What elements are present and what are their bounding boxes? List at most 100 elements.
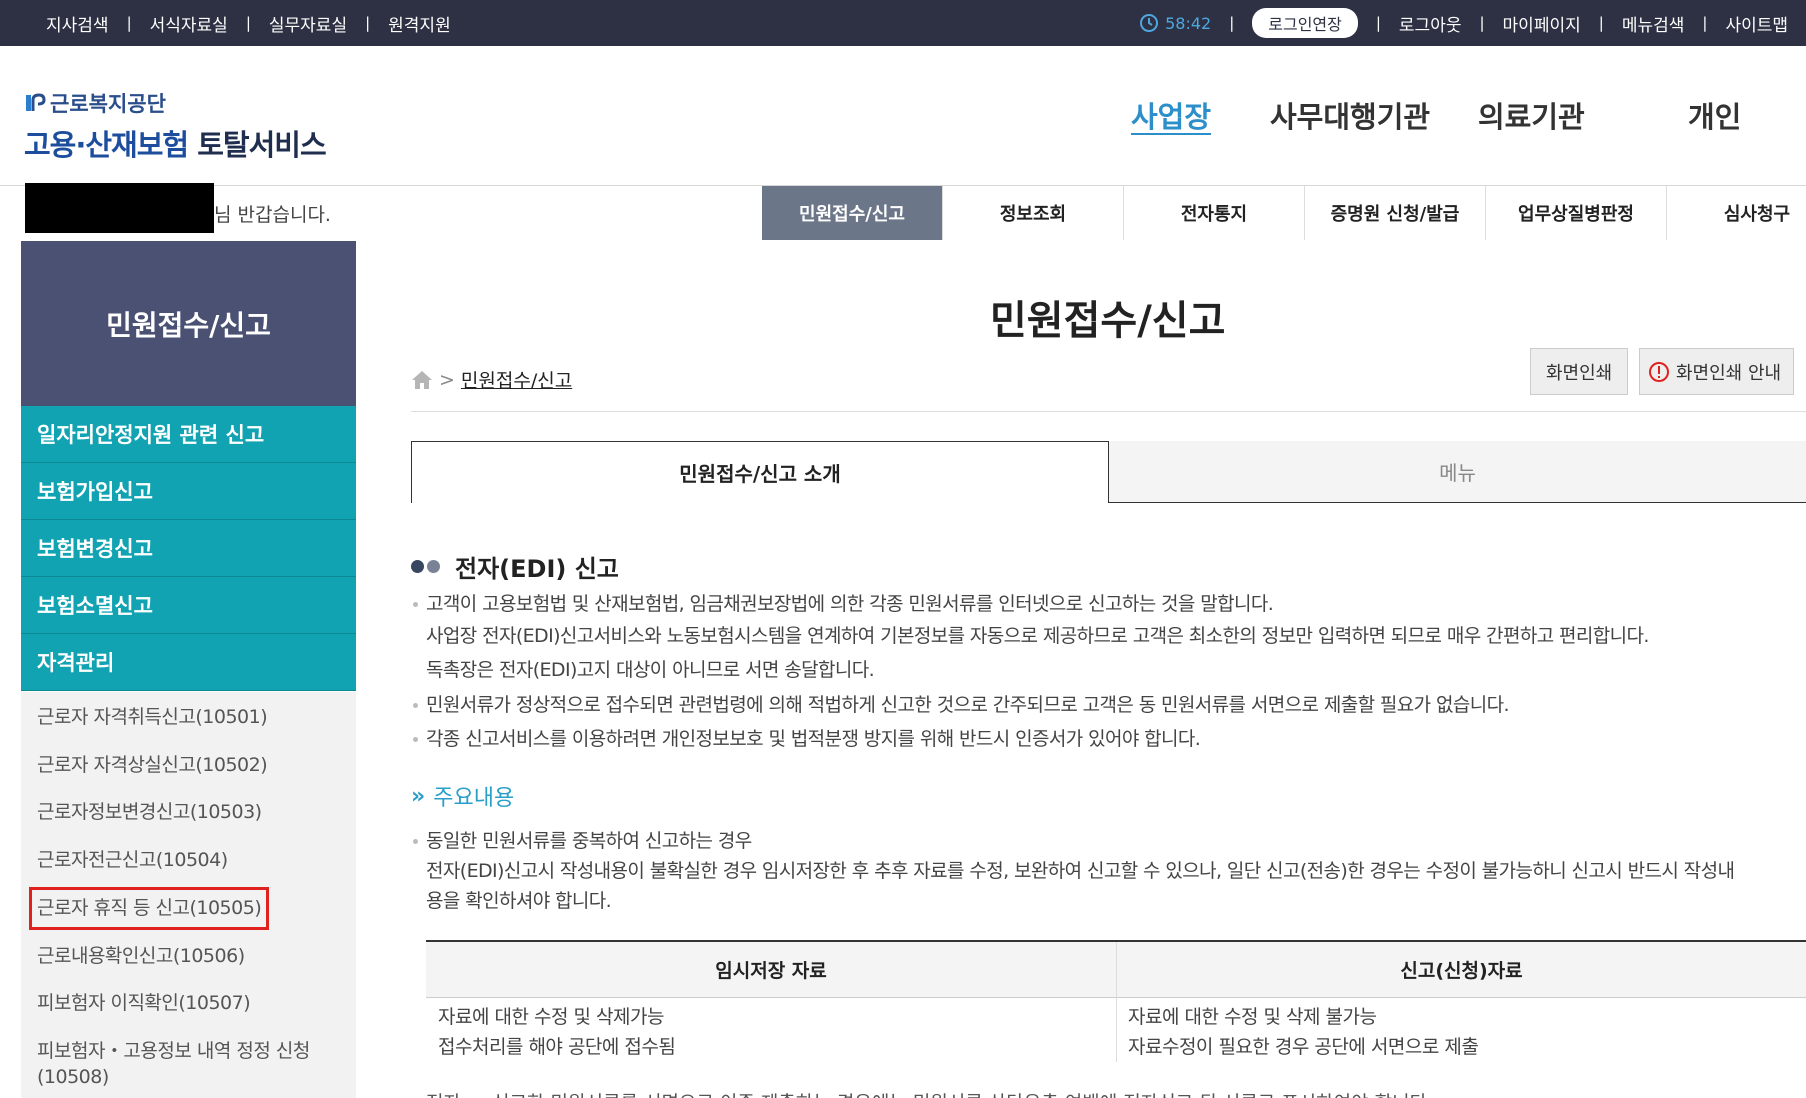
separator: |: [245, 14, 251, 32]
bullet-icon: [413, 737, 418, 742]
print-guide-label: 화면인쇄 안내: [1676, 362, 1782, 384]
bullet-dots-icon: [411, 560, 443, 573]
gnb-workplace[interactable]: 사업장: [1131, 94, 1211, 134]
logo-org-name: 근로복지공단: [50, 92, 166, 116]
practice-library-link[interactable]: 실무자료실: [269, 11, 347, 36]
redacted-username: [25, 183, 214, 233]
gnb-medical[interactable]: 의료기관: [1478, 94, 1585, 134]
separator: |: [365, 14, 371, 32]
sidebar-title: 민원접수/신고: [21, 241, 356, 406]
sub-section-title-text: 주요내용: [433, 786, 515, 811]
separator: |: [126, 14, 132, 32]
utility-links-right: 58:42 | 로그인연장 | 로그아웃 | 마이페이지 | 메뉴검색 | 사이…: [1139, 0, 1806, 46]
sitemap-link[interactable]: 사이트맵: [1725, 11, 1788, 36]
print-guide-button[interactable]: 화면인쇄 안내: [1639, 348, 1795, 395]
menu-search-link[interactable]: 메뉴검색: [1622, 11, 1685, 36]
logo-title-dark: 토탈서비스: [197, 128, 326, 162]
subnav-certificate[interactable]: 증명원 신청/발급: [1305, 186, 1486, 240]
sidebar-item-qualification[interactable]: 자격관리: [21, 634, 356, 691]
timer-value: 58:42: [1165, 13, 1212, 33]
branch-search-link[interactable]: 지사검색: [46, 11, 109, 36]
breadcrumb-current[interactable]: 민원접수/신고: [461, 366, 572, 393]
logo-title: 고용·산재보험 토탈서비스: [24, 122, 327, 164]
paragraph: 고객이 고용보험법 및 산재보험법, 임금채권보장법에 의한 각종 민원서류를 …: [426, 593, 1274, 615]
paragraph: 용을 확인하셔야 합니다.: [426, 890, 612, 912]
sub-navigation: 민원접수/신고 정보조회 전자통지 증명원 신청/발급 업무상질병판정 심사청구: [762, 186, 1806, 240]
section-title: 전자(EDI) 신고: [411, 549, 619, 584]
alert-icon: [1649, 361, 1669, 382]
remote-support-link[interactable]: 원격지원: [388, 11, 451, 36]
print-button[interactable]: 화면인쇄: [1530, 348, 1629, 395]
paragraph: 전자(EDI)신고시 작성내용이 불확실한 경우 임시저장한 후 추후 자료를 …: [426, 860, 1735, 882]
submenu-acquisition[interactable]: 근로자 자격취득신고(10501): [37, 704, 268, 731]
table-divider: [1116, 942, 1117, 1062]
gnb-personal[interactable]: 개인: [1688, 94, 1741, 134]
submenu-leave-report[interactable]: 근로자 휴직 등 신고(10505): [28, 887, 270, 930]
welcome-message: 님 반갑습니다.: [214, 204, 331, 226]
cut-off-paragraph: 전자 … 신고한 민원서류를 서면으로 이중 제출하는 경우에는 민원서류 상단…: [426, 1088, 1427, 1098]
bullet-icon: [413, 703, 418, 708]
table-header-submitted: 신고(신청)자료: [1117, 942, 1806, 998]
breadcrumb-chevron-icon: >: [439, 368, 455, 391]
subnav-e-notice[interactable]: 전자통지: [1124, 186, 1305, 240]
divider: [411, 411, 1806, 412]
bullet-icon: [413, 839, 418, 844]
paragraph: 사업장 전자(EDI)신고서비스와 노동보험시스템을 연계하여 기본정보를 자동…: [426, 625, 1649, 647]
clock-icon: [1140, 14, 1159, 32]
separator: |: [1479, 14, 1485, 32]
table-header-temp: 임시저장 자료: [426, 942, 1116, 998]
tab-menu[interactable]: 메뉴: [1109, 441, 1806, 503]
site-logo[interactable]: 근로복지공단 고용·산재보험 토탈서비스: [24, 88, 327, 164]
sidebar-menu: 일자리안정지원 관련 신고 보험가입신고 보험변경신고 보험소멸신고 자격관리: [21, 406, 356, 691]
sidebar-item-insurance-change[interactable]: 보험변경신고: [21, 520, 356, 577]
bullet-icon: [413, 602, 418, 607]
separator: |: [1229, 14, 1235, 32]
table-cell: 자료에 대한 수정 및 삭제 불가능: [1128, 1006, 1377, 1028]
comparison-table: 임시저장 자료 신고(신청)자료 자료에 대한 수정 및 삭제가능 자료에 대한…: [426, 940, 1806, 1062]
paragraph: 각종 신고서비스를 이용하려면 개인정보보호 및 법적분쟁 방지를 위해 반드시…: [426, 728, 1201, 750]
mypage-link[interactable]: 마이페이지: [1503, 11, 1581, 36]
table-cell: 자료수정이 필요한 경우 공단에 서면으로 제출: [1128, 1036, 1479, 1058]
page-title: 민원접수/신고: [990, 298, 1226, 344]
submenu-loss[interactable]: 근로자 자격상실신고(10502): [37, 752, 268, 779]
submenu-separation-confirm[interactable]: 피보험자 이직확인(10507): [37, 990, 251, 1017]
table-cell: 자료에 대한 수정 및 삭제가능: [438, 1006, 664, 1028]
subnav-occupational-disease[interactable]: 업무상질병판정: [1486, 186, 1667, 240]
section-title-text: 전자(EDI) 신고: [455, 555, 619, 583]
sidebar-submenu: 근로자 자격취득신고(10501) 근로자 자격상실신고(10502) 근로자정…: [21, 692, 356, 1098]
breadcrumb: > 민원접수/신고: [411, 366, 572, 393]
paragraph: 민원서류가 정상적으로 접수되면 관련법령에 의해 적법하게 신고한 것으로 간…: [426, 694, 1510, 716]
logo-title-blue: 고용·산재보험: [24, 128, 189, 162]
sub-section-title: » 주요내용: [411, 780, 514, 812]
sidebar-item-insurance-terminate[interactable]: 보험소멸신고: [21, 577, 356, 634]
top-utility-bar: 지사검색 | 서식자료실 | 실무자료실 | 원격지원 58:42 | 로그인연…: [0, 0, 1806, 46]
submenu-work-confirm[interactable]: 근로내용확인신고(10506): [37, 943, 245, 970]
double-chevron-icon: »: [411, 783, 426, 809]
subnav-civil-report[interactable]: 민원접수/신고: [762, 186, 943, 240]
paragraph: 독촉장은 전자(EDI)고지 대상이 아니므로 서면 송달합니다.: [426, 659, 875, 681]
logout-link[interactable]: 로그아웃: [1399, 11, 1462, 36]
submenu-info-change[interactable]: 근로자정보변경신고(10503): [37, 799, 262, 826]
comwel-logo-icon: [26, 93, 46, 111]
home-icon[interactable]: [411, 370, 433, 390]
submenu-correction-request[interactable]: 피보험자・고용정보 내역 정정 신청: [37, 1038, 310, 1065]
separator: |: [1598, 14, 1604, 32]
sidebar-item-insurance-join[interactable]: 보험가입신고: [21, 463, 356, 520]
utility-links-left: 지사검색 | 서식자료실 | 실무자료실 | 원격지원: [46, 0, 451, 46]
paragraph: 동일한 민원서류를 중복하여 신고하는 경우: [426, 830, 752, 852]
separator: |: [1702, 14, 1708, 32]
login-extend-button[interactable]: 로그인연장: [1252, 8, 1358, 38]
site-header: 근로복지공단 고용·산재보험 토탈서비스 사업장 사무대행기관 의료기관 개인: [0, 46, 1806, 186]
session-timer: 58:42: [1139, 13, 1211, 33]
table-cell: 접수처리를 해야 공단에 접수됨: [438, 1036, 676, 1058]
gnb-agency[interactable]: 사무대행기관: [1270, 94, 1430, 134]
tab-introduction[interactable]: 민원접수/신고 소개: [411, 441, 1109, 503]
subnav-info-inquiry[interactable]: 정보조회: [943, 186, 1124, 240]
submenu-transfer[interactable]: 근로자전근신고(10504): [37, 847, 228, 874]
sidebar-item-job-stability[interactable]: 일자리안정지원 관련 신고: [21, 406, 356, 463]
separator: |: [1375, 14, 1381, 32]
logo-org: 근로복지공단: [24, 88, 326, 118]
forms-library-link[interactable]: 서식자료실: [150, 11, 228, 36]
subnav-review-request[interactable]: 심사청구: [1667, 186, 1806, 240]
submenu-correction-code[interactable]: (10508): [37, 1064, 109, 1091]
